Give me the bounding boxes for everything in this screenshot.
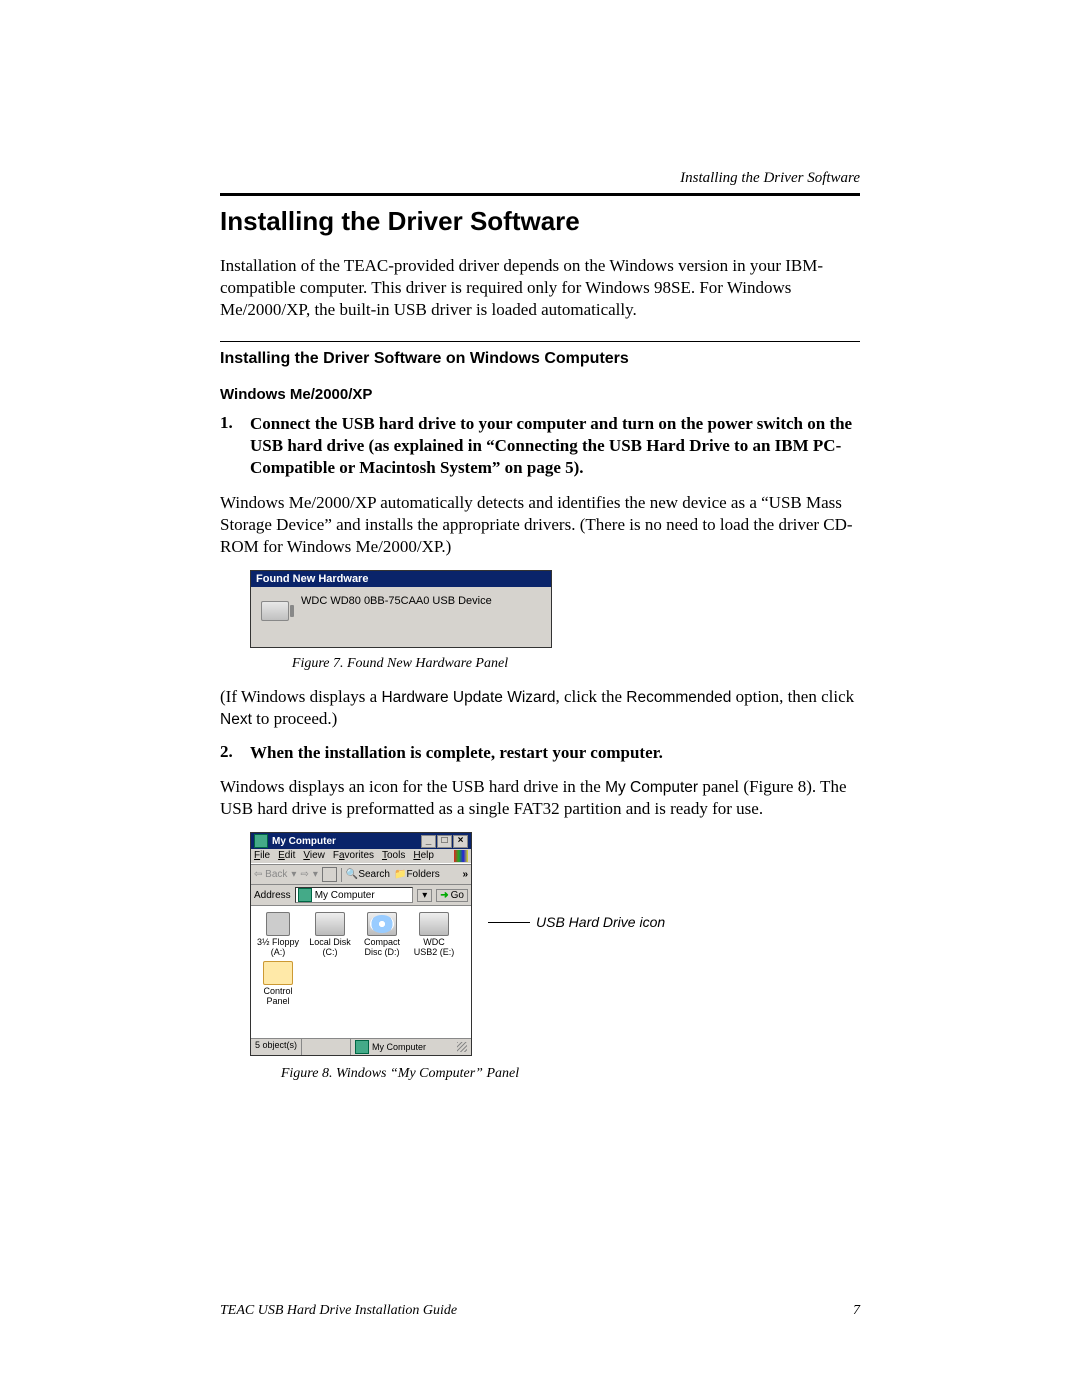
menu-help[interactable]: Help xyxy=(413,850,434,862)
back-button[interactable]: ⇦ Back xyxy=(254,869,287,880)
page-title: Installing the Driver Software xyxy=(220,206,860,237)
drive-label: Control Panel xyxy=(255,987,301,1006)
minimize-button[interactable]: _ xyxy=(421,835,436,848)
drive-local-c[interactable]: Local Disk (C:) xyxy=(307,912,353,957)
term-my-computer: My Computer xyxy=(605,779,698,796)
drive-label: Compact Disc (D:) xyxy=(359,938,405,957)
address-icon xyxy=(298,888,312,902)
toolbar-chevron[interactable]: » xyxy=(462,869,468,880)
dialog-titlebar: Found New Hardware xyxy=(251,571,551,587)
control-panel-item[interactable]: Control Panel xyxy=(255,961,301,1006)
usb-hdd-icon xyxy=(419,912,449,936)
page-footer: TEAC USB Hard Drive Installation Guide 7 xyxy=(220,1303,860,1319)
section-rule xyxy=(220,341,860,342)
window-title: My Computer xyxy=(272,836,336,847)
after-fig7-note: (If Windows displays a Hardware Update W… xyxy=(220,686,860,730)
figure-7-caption: Figure 7. Found New Hardware Panel xyxy=(250,656,550,672)
address-input[interactable]: My Computer xyxy=(295,887,414,903)
step-2: 2. When the installation is complete, re… xyxy=(220,742,860,764)
section-heading: Installing the Driver Software on Window… xyxy=(220,350,860,368)
forward-dropdown[interactable]: ▾ xyxy=(313,869,318,880)
maximize-button[interactable]: □ xyxy=(437,835,452,848)
address-dropdown[interactable]: ▾ xyxy=(417,889,432,902)
term-next: Next xyxy=(220,711,252,728)
step-2-number: 2. xyxy=(220,742,250,764)
menu-view[interactable]: View xyxy=(303,850,325,862)
figure-8-caption: Figure 8. Windows “My Computer” Panel xyxy=(250,1066,550,1082)
my-computer-window: My Computer _□× File Edit View Favorites… xyxy=(250,832,472,1056)
step-1-title: Connect the USB hard drive to your compu… xyxy=(250,414,852,477)
toolbar: ⇦ Back ▾ ⇨ ▾ 🔍Search 📁Folders » xyxy=(251,864,471,885)
address-value: My Computer xyxy=(315,890,375,901)
go-button[interactable]: ➜Go xyxy=(436,889,468,902)
term-recommended: Recommended xyxy=(626,689,731,706)
search-button[interactable]: 🔍Search xyxy=(346,869,390,880)
afterfig7-post: to proceed.) xyxy=(252,709,337,728)
device-name: WDC WD80 0BB-75CAA0 USB Device xyxy=(301,595,492,607)
client-area: 3½ Floppy (A:) Local Disk (C:) Compact D… xyxy=(251,906,471,1038)
menu-file[interactable]: File xyxy=(254,850,270,862)
up-button[interactable] xyxy=(322,867,337,882)
status-bar: 5 object(s) My Computer xyxy=(251,1038,471,1055)
running-header: Installing the Driver Software xyxy=(220,170,860,187)
menu-tools[interactable]: Tools xyxy=(382,850,405,862)
folders-button[interactable]: 📁Folders xyxy=(394,869,440,880)
step-1-body: Windows Me/2000/XP automatically detects… xyxy=(220,492,860,558)
menu-edit[interactable]: Edit xyxy=(278,850,295,862)
step-1-number: 1. xyxy=(220,413,250,479)
footer-title: TEAC USB Hard Drive Installation Guide xyxy=(220,1303,457,1319)
menu-favorites[interactable]: Favorites xyxy=(333,850,374,862)
drive-label: 3½ Floppy (A:) xyxy=(255,938,301,957)
hardware-icon xyxy=(261,601,289,621)
drive-label: WDC USB2 (E:) xyxy=(411,938,457,957)
control-panel-icon xyxy=(263,961,293,985)
close-button[interactable]: × xyxy=(453,835,468,848)
my-computer-icon xyxy=(254,834,268,848)
status-icon xyxy=(355,1040,369,1054)
intro-paragraph: Installation of the TEAC-provided driver… xyxy=(220,255,860,321)
afterfig7-pre: (If Windows displays a xyxy=(220,687,381,706)
cd-icon xyxy=(367,912,397,936)
resize-grip[interactable] xyxy=(457,1042,467,1052)
found-new-hardware-dialog: Found New Hardware WDC WD80 0BB-75CAA0 U… xyxy=(250,570,552,648)
step-1: 1. Connect the USB hard drive to your co… xyxy=(220,413,860,479)
callout-usb-icon: USB Hard Drive icon xyxy=(488,914,665,930)
floppy-icon xyxy=(266,912,290,936)
term-hardware-update-wizard: Hardware Update Wizard xyxy=(381,689,555,706)
drive-usb-e[interactable]: WDC USB2 (E:) xyxy=(411,912,457,957)
step-2-title: When the installation is complete, resta… xyxy=(250,743,663,762)
status-location: My Computer xyxy=(372,1042,426,1052)
drive-floppy-a[interactable]: 3½ Floppy (A:) xyxy=(255,912,301,957)
afterfig7-mid2: option, then click xyxy=(731,687,854,706)
window-titlebar[interactable]: My Computer _□× xyxy=(251,833,471,849)
status-spacer xyxy=(302,1039,351,1055)
address-bar: Address My Computer ▾ ➜Go xyxy=(251,885,471,906)
status-object-count: 5 object(s) xyxy=(251,1039,302,1055)
address-label: Address xyxy=(254,890,291,901)
step-2-body: Windows displays an icon for the USB har… xyxy=(220,776,860,820)
subsection-heading: Windows Me/2000/XP xyxy=(220,386,860,403)
rule-top xyxy=(220,193,860,196)
back-dropdown[interactable]: ▾ xyxy=(291,869,296,880)
windows-flag-icon xyxy=(454,850,468,862)
hdd-icon xyxy=(315,912,345,936)
page-number: 7 xyxy=(853,1303,860,1319)
forward-button[interactable]: ⇨ xyxy=(300,869,308,880)
drive-cd-d[interactable]: Compact Disc (D:) xyxy=(359,912,405,957)
drive-label: Local Disk (C:) xyxy=(307,938,353,957)
callout-text: USB Hard Drive icon xyxy=(536,914,665,930)
menu-bar: File Edit View Favorites Tools Help xyxy=(251,849,471,864)
afterfig7-mid1: , click the xyxy=(555,687,626,706)
step2-pre: Windows displays an icon for the USB har… xyxy=(220,777,605,796)
